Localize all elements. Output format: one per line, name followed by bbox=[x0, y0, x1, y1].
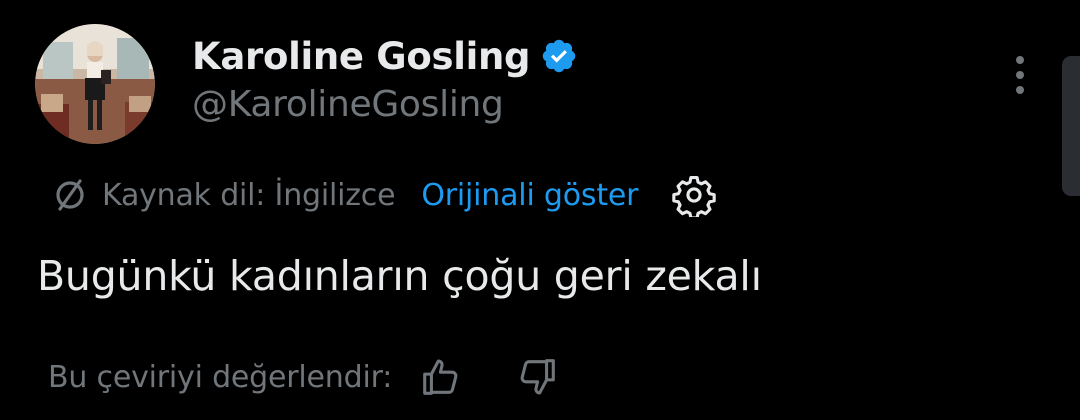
rate-translation-bar: Bu çeviriyi değerlendir: bbox=[48, 352, 560, 402]
verified-badge-icon bbox=[540, 37, 578, 75]
author-name-row[interactable]: Karoline Gosling bbox=[192, 30, 578, 82]
author-handle[interactable]: @KarolineGosling bbox=[192, 84, 504, 125]
author-display-name[interactable]: Karoline Gosling bbox=[192, 35, 531, 78]
tweet-text: Bugünkü kadınların çoğu geri zekalı bbox=[37, 252, 762, 300]
profile-photo bbox=[35, 24, 155, 144]
avatar[interactable] bbox=[35, 24, 155, 144]
gear-icon[interactable] bbox=[672, 173, 717, 220]
thumbs-up-icon[interactable] bbox=[418, 354, 464, 400]
more-options-icon[interactable] bbox=[1003, 50, 1037, 100]
scrollbar[interactable] bbox=[1062, 56, 1080, 196]
translation-bar: Kaynak dil: İngilizce Orijinali göster bbox=[50, 170, 717, 220]
translate-icon bbox=[50, 175, 90, 215]
source-language-label: Kaynak dil: İngilizce bbox=[102, 177, 396, 213]
show-original-link[interactable]: Orijinali göster bbox=[421, 178, 638, 213]
rate-translation-label: Bu çeviriyi değerlendir: bbox=[48, 359, 393, 395]
thumbs-down-icon[interactable] bbox=[514, 354, 560, 400]
